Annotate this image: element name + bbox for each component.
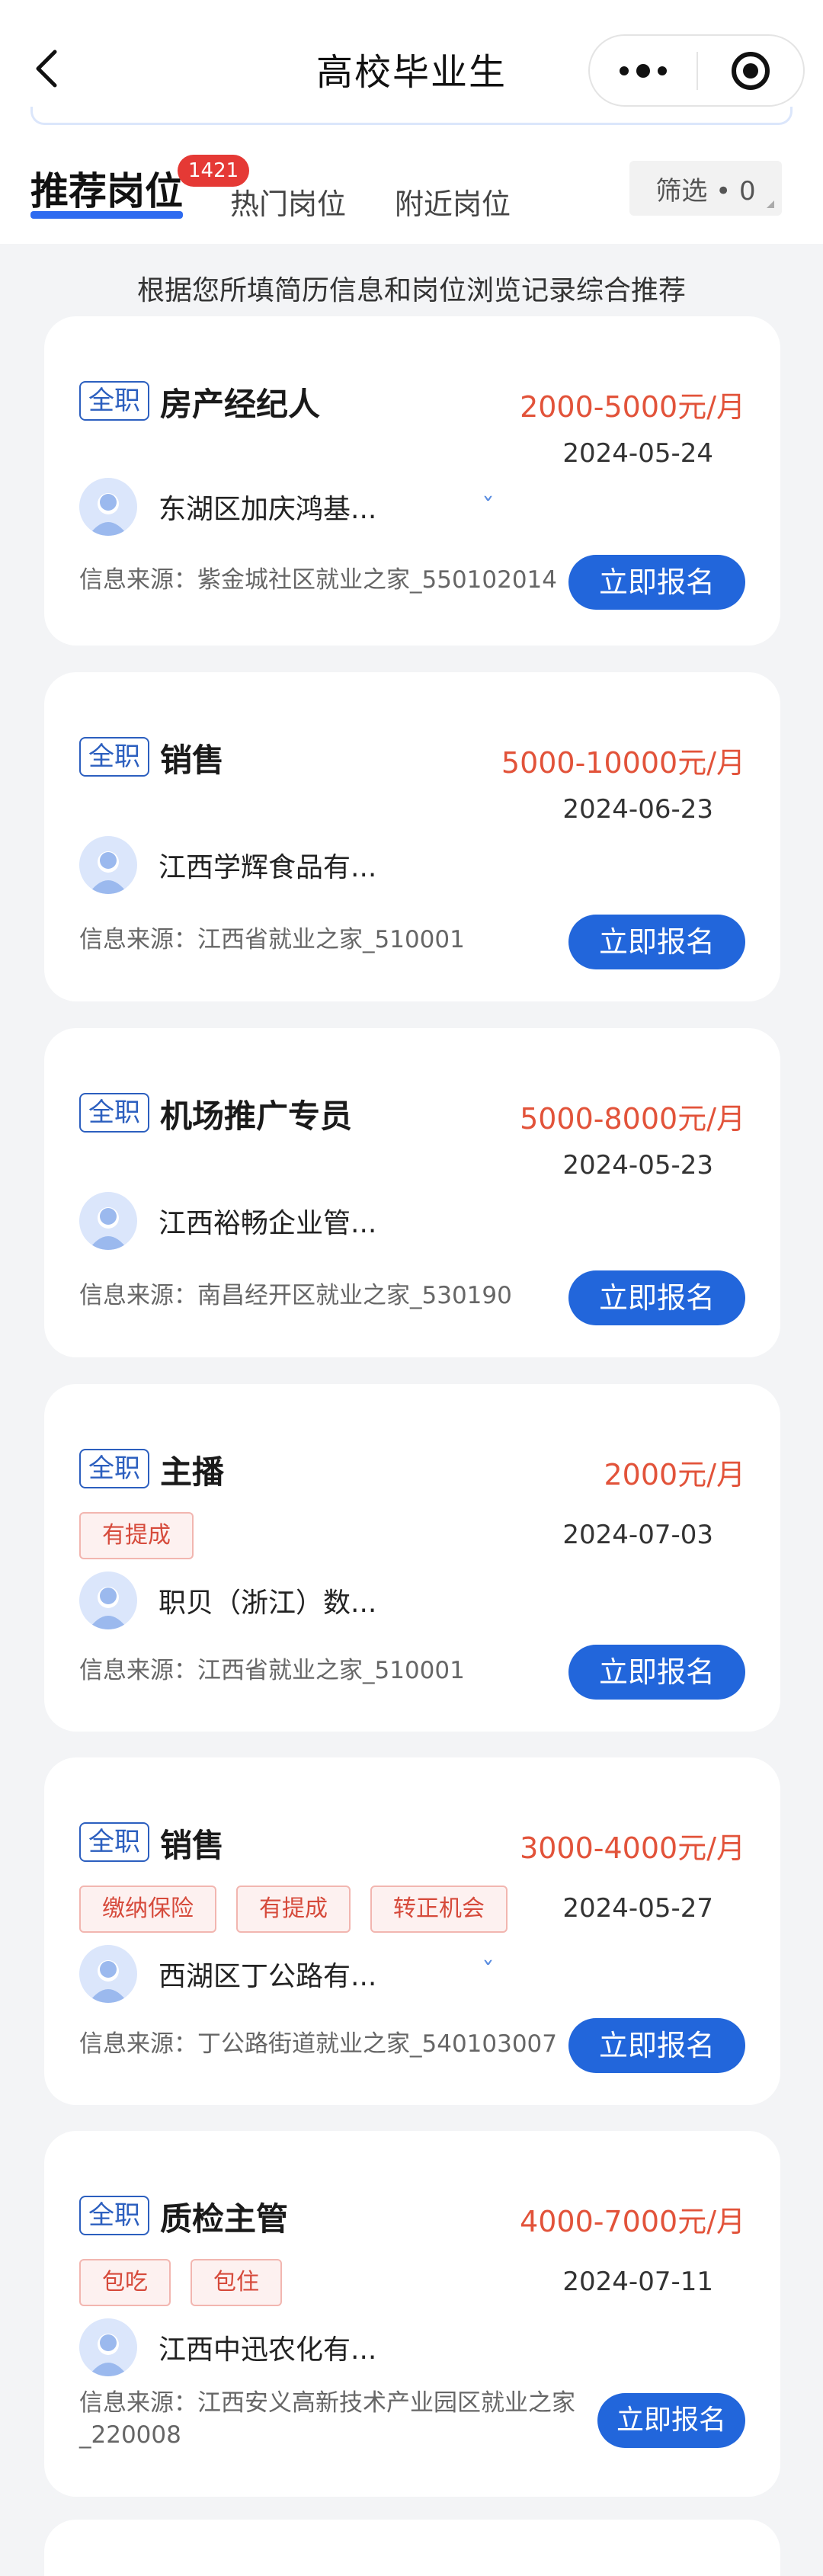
more-dots-icon <box>620 63 667 78</box>
company-name: 西湖区丁公路有... <box>159 1961 377 1992</box>
perk-tag: 缴纳保险 <box>79 1886 216 1933</box>
perk-tag: 包吃 <box>79 2259 171 2306</box>
job-title: 房产经纪人 <box>160 386 321 423</box>
job-card-partial[interactable] <box>44 2520 780 2576</box>
apply-button[interactable]: 立即报名 <box>568 555 745 610</box>
filter-label: 筛选 • 0 <box>655 175 756 207</box>
job-title: 主播 <box>160 1453 225 1491</box>
company-avatar <box>79 2318 137 2376</box>
apply-button[interactable]: 立即报名 <box>568 915 745 969</box>
job-type-tag: 全职 <box>79 1822 149 1862</box>
company-row: 江西学辉食品有... <box>79 836 376 894</box>
company-row: 江西中迅农化有... <box>79 2318 376 2376</box>
apply-button[interactable]: 立即报名 <box>568 1645 745 1700</box>
filter-button[interactable]: 筛选 • 0 <box>629 161 782 216</box>
company-row: 西湖区丁公路有... <box>79 1945 376 2003</box>
job-type-tag: 全职 <box>79 1449 149 1488</box>
user-avatar-icon <box>88 2334 128 2376</box>
target-close-icon <box>732 51 770 90</box>
company-name: 职贝（浙江）数... <box>159 1588 377 1619</box>
job-tabs: 推荐岗位 1421 热门岗位 附近岗位 筛选 • 0 <box>0 126 823 244</box>
user-avatar-icon <box>88 1587 128 1629</box>
company-name: 东湖区加庆鸿基... <box>159 494 377 525</box>
user-avatar-icon <box>88 851 128 894</box>
job-title: 销售 <box>160 742 225 779</box>
perk-tag: 有提成 <box>236 1886 351 1933</box>
job-salary: 4000-7000元/月 <box>520 2205 745 2238</box>
company-name: 江西裕畅企业管... <box>159 1208 377 1239</box>
job-source: 信息来源：江西安义高新技术产业园区就业之家_220008 <box>79 2389 575 2449</box>
search-box-edge <box>30 107 793 125</box>
perk-tags: 包吃 包住 <box>79 2259 282 2306</box>
company-name: 江西中迅农化有... <box>159 2334 377 2366</box>
job-card[interactable]: 全职 销售 5000-10000元/月 2024-06-23 江西学辉食品有..… <box>44 672 780 1001</box>
job-date: 2024-06-23 <box>562 794 713 825</box>
company-avatar <box>79 1945 137 2003</box>
apply-button[interactable]: 立即报名 <box>568 2018 745 2073</box>
job-title: 机场推广专员 <box>160 1097 353 1135</box>
job-title: 质检主管 <box>160 2200 289 2238</box>
job-salary: 2000-5000元/月 <box>520 390 745 424</box>
filter-corner-icon <box>767 200 774 208</box>
job-card[interactable]: 全职 机场推广专员 5000-8000元/月 2024-05-23 江西裕畅企业… <box>44 1028 780 1357</box>
job-date: 2024-07-03 <box>562 1520 713 1550</box>
job-source: 信息来源：江西省就业之家_510001 <box>79 926 465 953</box>
company-name: 江西学辉食品有... <box>159 852 377 883</box>
company-row: 职贝（浙江）数... <box>79 1572 376 1629</box>
job-source: 信息来源：紫金城社区就业之家_550102014 <box>79 566 558 594</box>
perk-tags: 有提成 <box>79 1512 194 1559</box>
job-card[interactable]: 全职 销售 3000-4000元/月 缴纳保险 有提成 转正机会 2024-05… <box>44 1757 780 2105</box>
close-miniprogram-button[interactable] <box>698 50 803 91</box>
tab-recommend[interactable]: 推荐岗位 <box>30 161 183 216</box>
job-source: 信息来源：南昌经开区就业之家_530190 <box>79 1282 512 1309</box>
user-avatar-icon <box>88 1207 128 1250</box>
active-tab-indicator <box>30 211 183 219</box>
recommend-subtitle: 根据您所填简历信息和岗位浏览记录综合推荐 <box>136 275 686 306</box>
job-card[interactable]: 全职 房产经纪人 2000-5000元/月 2024-05-24 东湖区加庆鸿基… <box>44 316 780 646</box>
user-avatar-icon <box>88 493 128 536</box>
apply-button[interactable]: 立即报名 <box>597 2393 745 2448</box>
check-mark-icon: ˇ <box>482 1957 495 1988</box>
job-title: 销售 <box>160 1827 225 1864</box>
perk-tag: 转正机会 <box>370 1886 508 1933</box>
tab-nearby[interactable]: 附近岗位 <box>395 181 511 223</box>
company-avatar <box>79 1572 137 1629</box>
company-avatar <box>79 1192 137 1250</box>
apply-button[interactable]: 立即报名 <box>568 1270 745 1325</box>
top-nav-bar: 高校毕业生 <box>0 0 823 126</box>
company-avatar <box>79 836 137 894</box>
job-salary: 5000-8000元/月 <box>520 1102 745 1136</box>
job-date: 2024-07-11 <box>562 2267 713 2297</box>
job-salary: 2000元/月 <box>604 1458 745 1491</box>
company-row: 江西裕畅企业管... <box>79 1192 376 1250</box>
job-source: 信息来源：江西省就业之家_510001 <box>79 1657 465 1684</box>
perk-tag: 包住 <box>191 2259 282 2306</box>
company-row: 东湖区加庆鸿基... <box>79 478 376 536</box>
job-date: 2024-05-27 <box>562 1893 713 1924</box>
job-type-tag: 全职 <box>79 381 149 421</box>
tab-hot[interactable]: 热门岗位 <box>230 181 346 223</box>
mini-program-capsule <box>588 34 805 107</box>
job-date: 2024-05-23 <box>562 1150 713 1181</box>
job-type-tag: 全职 <box>79 1093 149 1133</box>
job-source: 信息来源：丁公路街道就业之家_540103007 <box>79 2030 558 2058</box>
user-avatar-icon <box>88 1960 128 2003</box>
job-type-tag: 全职 <box>79 737 149 777</box>
more-button[interactable] <box>590 63 697 78</box>
job-salary: 3000-4000元/月 <box>520 1831 745 1865</box>
job-card[interactable]: 全职 主播 2000元/月 有提成 2024-07-03 职贝（浙江）数... … <box>44 1384 780 1732</box>
job-date: 2024-05-24 <box>562 438 713 469</box>
perk-tags: 缴纳保险 有提成 转正机会 <box>79 1886 508 1933</box>
job-salary: 5000-10000元/月 <box>501 746 745 780</box>
job-type-tag: 全职 <box>79 2196 149 2235</box>
check-mark-icon: ˇ <box>482 493 495 524</box>
job-card[interactable]: 全职 质检主管 4000-7000元/月 包吃 包住 2024-07-11 江西… <box>44 2131 780 2497</box>
perk-tag: 有提成 <box>79 1512 194 1559</box>
company-avatar <box>79 478 137 536</box>
